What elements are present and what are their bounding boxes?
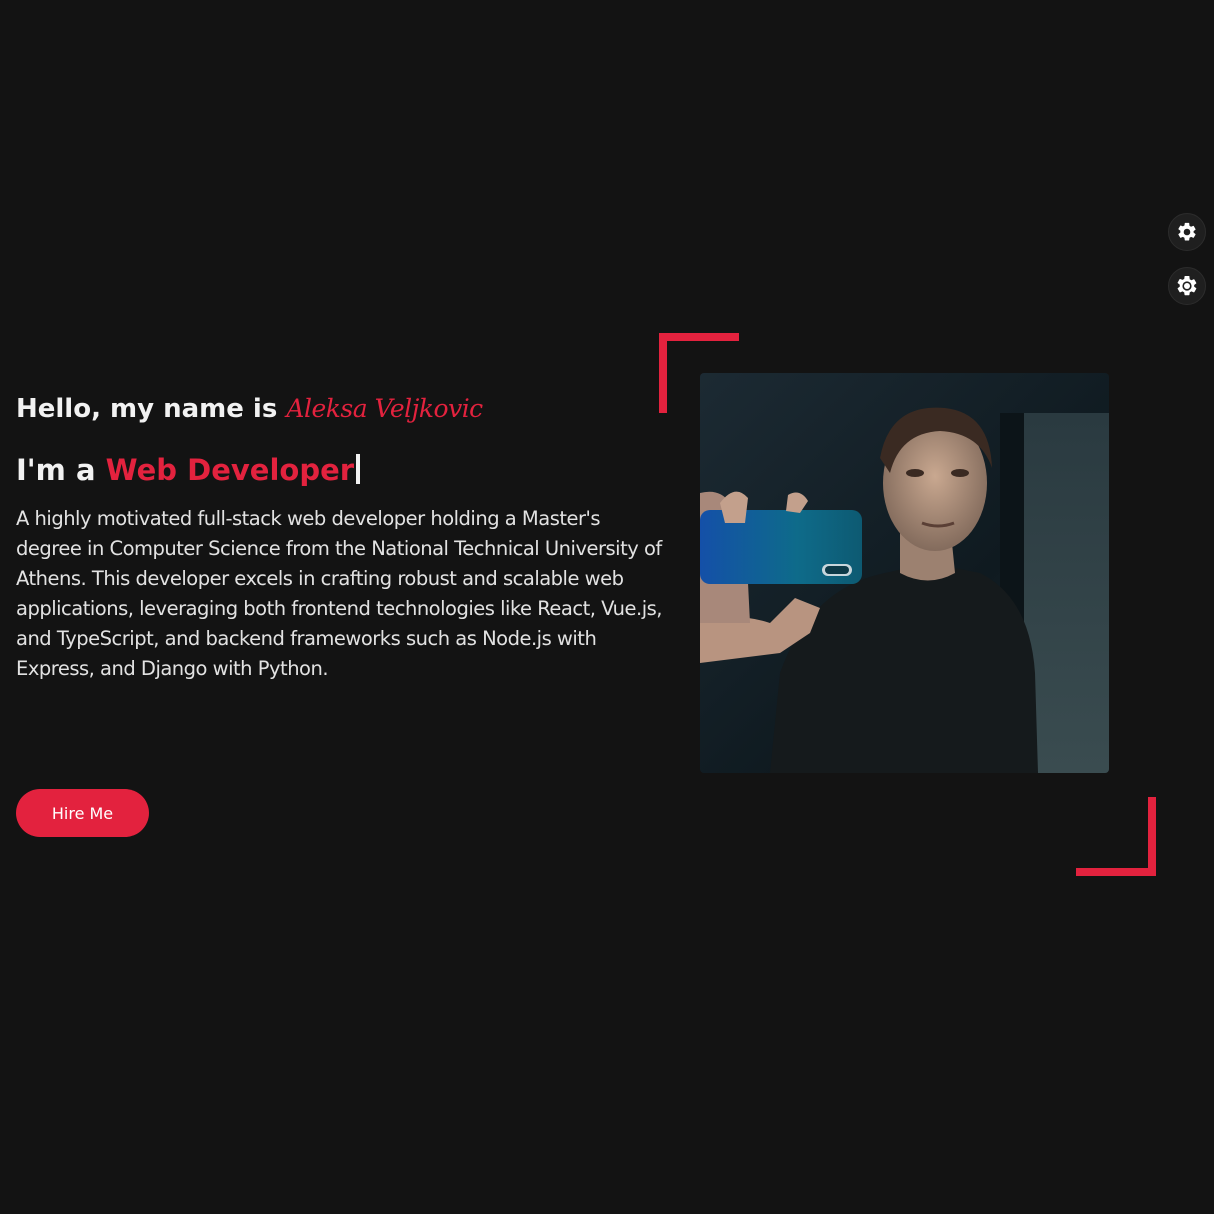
role-prefix: I'm a (16, 453, 96, 487)
theme-toggle-button[interactable] (1168, 267, 1206, 305)
sun-gear-icon (1175, 274, 1199, 298)
corner-bracket-bottom-right (1148, 797, 1156, 876)
settings-button[interactable] (1168, 213, 1206, 251)
profile-photo (700, 373, 1109, 773)
role-heading: I'm a Web Developer (16, 450, 676, 490)
greeting-text: Hello, my name is (16, 394, 278, 424)
hire-me-button[interactable]: Hire Me (16, 789, 149, 837)
corner-bracket-bottom-right (1076, 868, 1156, 876)
typing-cursor (356, 454, 361, 484)
bio-paragraph: A highly motivated full-stack web develo… (16, 507, 662, 680)
greeting-heading: Hello, my name is Aleksa Veljkovic (16, 388, 676, 430)
gear-icon (1176, 221, 1198, 243)
developer-name: Aleksa Veljkovic (286, 394, 483, 423)
corner-bracket-top-left (659, 333, 739, 341)
role-highlight: Web Developer (105, 453, 355, 487)
corner-bracket-top-left (659, 333, 667, 413)
hero-section: Hello, my name is Aleksa Veljkovic I'm a… (16, 388, 676, 684)
